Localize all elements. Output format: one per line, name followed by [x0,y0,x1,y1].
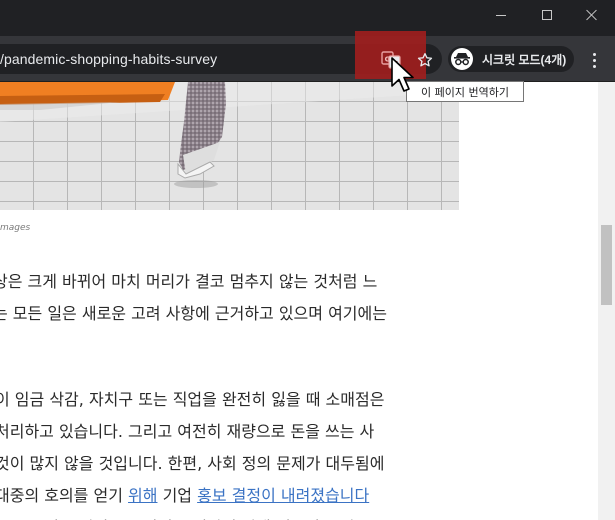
text-line: 이 임금 삭감, 자치구 또는 직업을 완전히 잃을 때 소매점은 [0,390,385,409]
maximize-button[interactable] [524,0,570,30]
text-segment: 대중의 호의를 얻기 [0,486,129,505]
maximize-icon [542,10,552,20]
text-line: . [0,330,387,362]
page-content: mages 상은 크게 바뀌어 마치 머리가 결코 멈추지 않는 것처럼 느 는… [0,82,598,520]
close-icon [586,9,598,21]
translate-tooltip: 이 페이지 번역하기 [406,81,524,102]
close-button[interactable] [569,0,615,30]
hero-photo [0,82,459,210]
text-line: 드 스토리로 위선을 드러내는 개인에 의해 왜곡되는 경우 [0,512,384,520]
minimize-icon [496,14,506,16]
scrollbar-thumb[interactable] [601,225,612,305]
article-link-pr-decision[interactable]: 홍보 결정이 내려졌습니다 [197,486,369,505]
paragraph-1: 상은 크게 바뀌어 마치 머리가 결코 멈추지 않는 것처럼 느 는 모든 일은… [0,266,387,362]
text-line: 것이 많지 않을 것입니다. 한편, 사회 정의 문제가 대두됨에 [0,454,385,473]
article-link-wihae[interactable]: 위해 [128,486,157,505]
mouse-cursor-icon [391,57,414,92]
star-icon [417,53,433,67]
text-segment: 기업 [157,486,198,505]
text-line: 대중의 호의를 얻기 위해 기업 홍보 결정이 내려졌습니다 [0,480,384,512]
incognito-avatar [451,48,473,70]
incognito-label: 시크릿 모드(4개) [482,52,567,67]
image-caption: mages [0,223,31,233]
text-line: 상은 크게 바뀌어 마치 머리가 결코 멈추지 않는 것처럼 느 [0,272,378,291]
browser-menu-button[interactable] [584,47,604,73]
page-scrollbar[interactable] [598,82,615,520]
more-vert-icon [592,52,596,68]
url-text: /pandemic-shopping-habits-survey [0,51,218,67]
hero-image [0,82,459,210]
text-line: 는 모든 일은 새로운 고려 사항에 근거하고 있으며 여기에는 [0,304,387,323]
text-line: 처리하고 있습니다. 그리고 여전히 재량으로 돈을 쓰는 사 [0,422,375,441]
incognito-indicator[interactable]: 시크릿 모드(4개) [448,46,574,72]
incognito-icon [454,53,470,66]
paragraph-2: 이 임금 삭감, 자치구 또는 직업을 완전히 잃을 때 소매점은 처리하고 있… [0,384,384,520]
window-titlebar [0,0,615,36]
minimize-button[interactable] [478,0,524,30]
